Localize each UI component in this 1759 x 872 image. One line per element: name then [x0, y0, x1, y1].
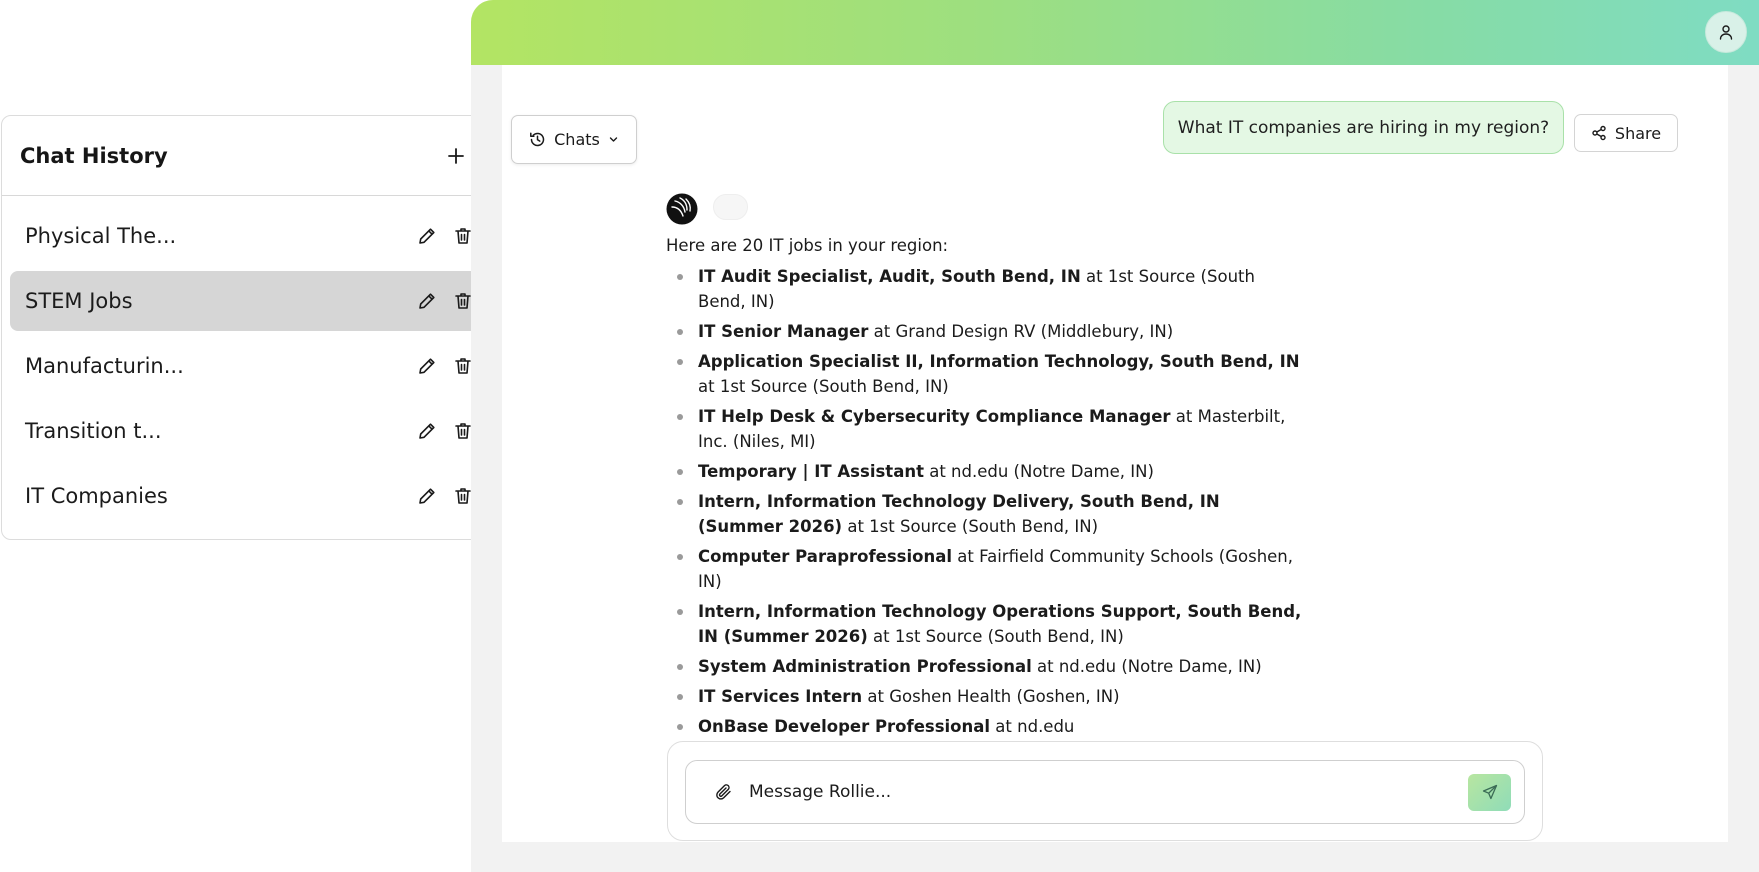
sidebar-item[interactable]: Manufacturin... [10, 336, 488, 396]
job-list-item: IT Audit Specialist, Audit, South Bend, … [666, 264, 1306, 314]
message-composer [667, 741, 1543, 841]
job-detail: at Grand Design RV (Middlebury, IN) [868, 322, 1174, 341]
job-title: IT Senior Manager [698, 322, 869, 341]
chats-label: Chats [554, 130, 600, 149]
job-title: IT Audit Specialist, Audit, South Bend, … [698, 267, 1081, 286]
job-list-item: Intern, Information Technology Delivery,… [666, 489, 1306, 539]
composer-input-box [685, 760, 1525, 824]
sidebar-item[interactable]: STEM Jobs [10, 271, 488, 331]
pencil-icon[interactable] [416, 355, 438, 377]
share-button[interactable]: Share [1574, 114, 1678, 152]
sidebar-item-label: Transition t... [25, 419, 162, 443]
job-list-item: Application Specialist II, Information T… [666, 349, 1306, 399]
plus-icon [448, 147, 464, 164]
chat-history-header: Chat History [2, 116, 496, 196]
user-menu-button[interactable] [1705, 11, 1747, 53]
sidebar-item-label: Physical The... [25, 224, 177, 248]
new-chat-button[interactable] [436, 136, 476, 176]
job-list-item: IT Services Intern at Goshen Health (Gos… [666, 684, 1306, 709]
answer-intro: Here are 20 IT jobs in your region: [666, 236, 949, 255]
user-icon [1719, 25, 1733, 40]
chat-history-list: Physical The... STEM Jobs Manufacturin... T… [2, 196, 496, 526]
job-detail: at nd.edu [990, 717, 1075, 736]
chat-history-title: Chat History [20, 143, 168, 168]
sidebar-item-label: STEM Jobs [25, 289, 133, 313]
pencil-icon[interactable] [416, 420, 438, 442]
job-title: Application Specialist II, Information T… [698, 352, 1300, 371]
chat-history-panel: Chat History Physical The... STEM Jobs Man… [1, 115, 497, 540]
job-title: IT Services Intern [698, 687, 863, 706]
job-list-item: System Administration Professional at nd… [666, 654, 1306, 679]
assistant-status-pill [713, 194, 748, 220]
share-icon [1592, 125, 1606, 141]
job-title: Computer Paraprofessional [698, 547, 953, 566]
sidebar-item-label: IT Companies [25, 484, 168, 508]
pencil-icon[interactable] [416, 225, 438, 247]
chevron-down-icon [609, 137, 618, 142]
sidebar-item-actions [416, 290, 474, 312]
job-detail: at 1st Source (South Bend, IN) [867, 627, 1124, 646]
sidebar-item[interactable]: Transition t... [10, 401, 488, 461]
message-input[interactable] [749, 782, 1468, 802]
job-title: Temporary | IT Assistant [698, 462, 924, 481]
job-title: OnBase Developer Professional [698, 717, 991, 736]
job-title: IT Help Desk & Cybersecurity Compliance … [698, 407, 1171, 426]
sidebar-item-label: Manufacturin... [25, 354, 184, 378]
sidebar-item-actions [416, 355, 474, 377]
job-list: IT Audit Specialist, Audit, South Bend, … [666, 264, 1306, 745]
job-detail: at 1st Source (South Bend, IN) [842, 517, 1099, 536]
job-detail: at Goshen Health (Goshen, IN) [862, 687, 1120, 706]
job-list-item: IT Help Desk & Cybersecurity Compliance … [666, 404, 1306, 454]
send-button[interactable] [1468, 773, 1511, 811]
sidebar-item[interactable]: Physical The... [10, 206, 488, 266]
job-detail: at 1st Source (South Bend, IN) [698, 377, 949, 396]
pencil-icon[interactable] [416, 485, 438, 507]
user-message-bubble: What IT companies are hiring in my regio… [1163, 101, 1564, 154]
job-list-item: IT Senior Manager at Grand Design RV (Mi… [666, 319, 1306, 344]
job-list-item: Temporary | IT Assistant at nd.edu (Notr… [666, 459, 1306, 484]
job-list-item: Intern, Information Technology Operation… [666, 599, 1306, 649]
sidebar-item[interactable]: IT Companies [10, 466, 488, 526]
job-detail: at nd.edu (Notre Dame, IN) [923, 462, 1154, 481]
sidebar-item-actions [416, 225, 474, 247]
pencil-icon[interactable] [416, 290, 438, 312]
sidebar-item-actions [416, 485, 474, 507]
attach-button[interactable] [704, 783, 744, 801]
chats-dropdown-button[interactable]: Chats [511, 115, 637, 164]
send-icon [1482, 784, 1497, 800]
history-icon [530, 132, 545, 147]
job-title: System Administration Professional [698, 657, 1032, 676]
sidebar-item-actions [416, 420, 474, 442]
assistant-answer: Here are 20 IT jobs in your region: IT A… [666, 233, 1306, 745]
job-detail: at nd.edu (Notre Dame, IN) [1031, 657, 1262, 676]
job-list-item: OnBase Developer Professional at nd.edu [666, 714, 1306, 739]
job-list-item: Computer Paraprofessional at Fairfield C… [666, 544, 1306, 594]
paperclip-icon [716, 784, 731, 800]
share-label: Share [1614, 123, 1662, 143]
top-bar [471, 0, 1759, 65]
assistant-avatar [666, 193, 698, 225]
